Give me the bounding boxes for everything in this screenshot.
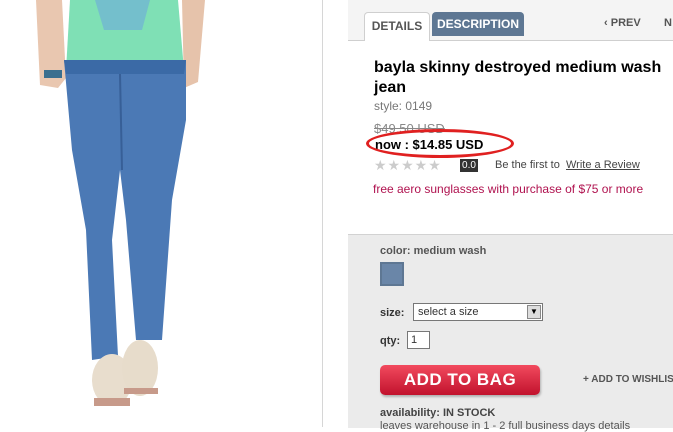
first-review-text: Be the first to <box>495 159 560 171</box>
rating-badge: 0.0 <box>460 159 478 172</box>
color-swatch-medium-wash[interactable] <box>380 262 404 286</box>
next-label: N <box>664 17 672 29</box>
chevron-down-icon[interactable]: ▼ <box>527 305 541 319</box>
star-rating-icon: ★★★★★ <box>374 157 442 173</box>
color-label: color: medium wash <box>380 245 487 257</box>
price-highlight-annotation <box>366 129 514 158</box>
panel-divider <box>322 0 323 427</box>
size-select-value: select a size <box>418 306 479 318</box>
write-review-link[interactable]: Write a Review <box>566 159 640 171</box>
product-photo <box>0 0 322 427</box>
size-label: size: <box>380 307 405 319</box>
qty-input[interactable]: 1 <box>407 331 430 349</box>
chevron-left-icon: ‹ <box>604 17 611 29</box>
add-to-bag-button[interactable]: ADD TO BAG <box>380 365 540 395</box>
availability-status: availability: IN STOCK <box>380 407 496 419</box>
tab-description[interactable]: DESCRIPTION <box>432 12 524 36</box>
tab-details[interactable]: DETAILS <box>364 12 430 41</box>
product-title: bayla skinny destroyed medium wash jean <box>374 59 662 96</box>
size-select[interactable]: select a size ▼ <box>413 303 543 321</box>
style-number: style: 0149 <box>374 99 433 113</box>
qty-label: qty: <box>380 335 401 347</box>
next-link[interactable]: N <box>664 17 672 29</box>
prev-link[interactable]: ‹ PREV <box>604 17 641 29</box>
prev-label: PREV <box>610 17 641 29</box>
promo-text: free aero sunglasses with purchase of $7… <box>373 182 644 196</box>
add-to-wishlist-link[interactable]: + ADD TO WISHLIS <box>583 374 673 385</box>
shipping-info: leaves warehouse in 1 - 2 full business … <box>380 420 631 432</box>
